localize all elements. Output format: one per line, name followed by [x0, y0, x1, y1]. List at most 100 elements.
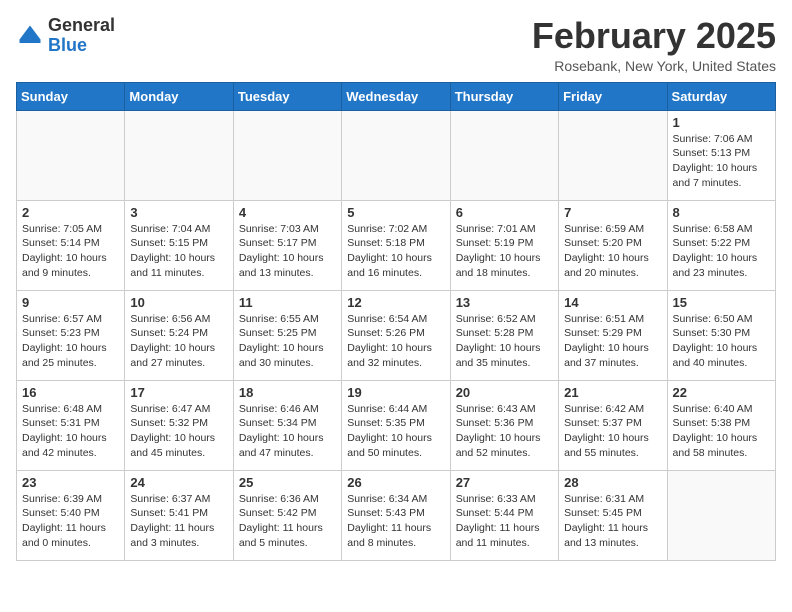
calendar-day-cell: 6 Sunrise: 7:01 AM Sunset: 5:19 PM Daylig…	[450, 200, 558, 290]
day-number: 9	[22, 295, 119, 310]
weekday-header: Wednesday	[342, 82, 450, 110]
calendar-week-row: 16 Sunrise: 6:48 AM Sunset: 5:31 PM Dayli…	[17, 380, 776, 470]
calendar-day-cell: 2 Sunrise: 7:05 AM Sunset: 5:14 PM Daylig…	[17, 200, 125, 290]
calendar-day-cell	[667, 470, 775, 560]
calendar-day-cell	[342, 110, 450, 200]
logo: General Blue	[16, 16, 115, 56]
day-number: 16	[22, 385, 119, 400]
calendar-week-row: 23 Sunrise: 6:39 AM Sunset: 5:40 PM Dayli…	[17, 470, 776, 560]
calendar-day-cell: 24 Sunrise: 6:37 AM Sunset: 5:41 PM Dayli…	[125, 470, 233, 560]
calendar-week-row: 1Sunrise: 7:06 AM Sunset: 5:13 PM Daylig…	[17, 110, 776, 200]
calendar-week-row: 2 Sunrise: 7:05 AM Sunset: 5:14 PM Daylig…	[17, 200, 776, 290]
calendar-day-cell: 20 Sunrise: 6:43 AM Sunset: 5:36 PM Dayli…	[450, 380, 558, 470]
calendar-day-cell: 12 Sunrise: 6:54 AM Sunset: 5:26 PM Dayli…	[342, 290, 450, 380]
day-number: 11	[239, 295, 336, 310]
day-number: 4	[239, 205, 336, 220]
calendar-table: SundayMondayTuesdayWednesdayThursdayFrid…	[16, 82, 776, 561]
weekday-header: Tuesday	[233, 82, 341, 110]
calendar-day-cell: 9 Sunrise: 6:57 AM Sunset: 5:23 PM Daylig…	[17, 290, 125, 380]
day-info: Sunrise: 7:03 AM Sunset: 5:17 PM Dayligh…	[239, 222, 336, 281]
day-number: 2	[22, 205, 119, 220]
day-number: 17	[130, 385, 227, 400]
day-info: Sunrise: 6:56 AM Sunset: 5:24 PM Dayligh…	[130, 312, 227, 371]
day-number: 26	[347, 475, 444, 490]
logo-icon	[16, 22, 44, 50]
day-number: 8	[673, 205, 770, 220]
day-number: 20	[456, 385, 553, 400]
day-info: Sunrise: 6:37 AM Sunset: 5:41 PM Dayligh…	[130, 492, 227, 551]
day-info: Sunrise: 6:48 AM Sunset: 5:31 PM Dayligh…	[22, 402, 119, 461]
day-number: 6	[456, 205, 553, 220]
calendar-day-cell: 8Sunrise: 6:58 AM Sunset: 5:22 PM Daylig…	[667, 200, 775, 290]
calendar-day-cell: 18 Sunrise: 6:46 AM Sunset: 5:34 PM Dayli…	[233, 380, 341, 470]
day-info: Sunrise: 7:04 AM Sunset: 5:15 PM Dayligh…	[130, 222, 227, 281]
calendar-day-cell: 26 Sunrise: 6:34 AM Sunset: 5:43 PM Dayli…	[342, 470, 450, 560]
day-info: Sunrise: 6:47 AM Sunset: 5:32 PM Dayligh…	[130, 402, 227, 461]
day-info: Sunrise: 6:31 AM Sunset: 5:45 PM Dayligh…	[564, 492, 661, 551]
calendar-day-cell: 23 Sunrise: 6:39 AM Sunset: 5:40 PM Dayli…	[17, 470, 125, 560]
weekday-header-row: SundayMondayTuesdayWednesdayThursdayFrid…	[17, 82, 776, 110]
day-number: 3	[130, 205, 227, 220]
day-info: Sunrise: 6:52 AM Sunset: 5:28 PM Dayligh…	[456, 312, 553, 371]
day-number: 1	[673, 115, 770, 130]
day-number: 10	[130, 295, 227, 310]
day-number: 15	[673, 295, 770, 310]
calendar-day-cell: 17 Sunrise: 6:47 AM Sunset: 5:32 PM Dayli…	[125, 380, 233, 470]
calendar-day-cell: 5Sunrise: 7:02 AM Sunset: 5:18 PM Daylig…	[342, 200, 450, 290]
day-info: Sunrise: 6:43 AM Sunset: 5:36 PM Dayligh…	[456, 402, 553, 461]
day-number: 12	[347, 295, 444, 310]
page-header: General Blue February 2025 Rosebank, New…	[16, 16, 776, 74]
calendar-day-cell: 14 Sunrise: 6:51 AM Sunset: 5:29 PM Dayli…	[559, 290, 667, 380]
day-info: Sunrise: 6:40 AM Sunset: 5:38 PM Dayligh…	[673, 402, 770, 461]
weekday-header: Saturday	[667, 82, 775, 110]
calendar-day-cell: 21 Sunrise: 6:42 AM Sunset: 5:37 PM Dayli…	[559, 380, 667, 470]
day-number: 24	[130, 475, 227, 490]
day-info: Sunrise: 6:34 AM Sunset: 5:43 PM Dayligh…	[347, 492, 444, 551]
day-info: Sunrise: 6:57 AM Sunset: 5:23 PM Dayligh…	[22, 312, 119, 371]
logo-text: General Blue	[48, 16, 115, 56]
logo-blue: Blue	[48, 35, 87, 55]
day-info: Sunrise: 6:36 AM Sunset: 5:42 PM Dayligh…	[239, 492, 336, 551]
day-info: Sunrise: 6:54 AM Sunset: 5:26 PM Dayligh…	[347, 312, 444, 371]
calendar-day-cell: 13 Sunrise: 6:52 AM Sunset: 5:28 PM Dayli…	[450, 290, 558, 380]
logo-general: General	[48, 15, 115, 35]
day-info: Sunrise: 6:46 AM Sunset: 5:34 PM Dayligh…	[239, 402, 336, 461]
calendar-day-cell	[450, 110, 558, 200]
day-number: 13	[456, 295, 553, 310]
day-number: 18	[239, 385, 336, 400]
calendar-day-cell	[125, 110, 233, 200]
calendar-day-cell: 27Sunrise: 6:33 AM Sunset: 5:44 PM Dayli…	[450, 470, 558, 560]
day-number: 23	[22, 475, 119, 490]
calendar-day-cell: 16 Sunrise: 6:48 AM Sunset: 5:31 PM Dayli…	[17, 380, 125, 470]
location: Rosebank, New York, United States	[532, 58, 776, 74]
month-title: February 2025	[532, 16, 776, 56]
calendar-day-cell: 25 Sunrise: 6:36 AM Sunset: 5:42 PM Dayli…	[233, 470, 341, 560]
calendar-day-cell: 1Sunrise: 7:06 AM Sunset: 5:13 PM Daylig…	[667, 110, 775, 200]
weekday-header: Sunday	[17, 82, 125, 110]
day-info: Sunrise: 6:42 AM Sunset: 5:37 PM Dayligh…	[564, 402, 661, 461]
day-number: 22	[673, 385, 770, 400]
day-info: Sunrise: 6:59 AM Sunset: 5:20 PM Dayligh…	[564, 222, 661, 281]
day-info: Sunrise: 6:51 AM Sunset: 5:29 PM Dayligh…	[564, 312, 661, 371]
weekday-header: Monday	[125, 82, 233, 110]
day-number: 14	[564, 295, 661, 310]
day-info: Sunrise: 7:01 AM Sunset: 5:19 PM Dayligh…	[456, 222, 553, 281]
calendar-day-cell: 3 Sunrise: 7:04 AM Sunset: 5:15 PM Daylig…	[125, 200, 233, 290]
calendar-day-cell: 28 Sunrise: 6:31 AM Sunset: 5:45 PM Dayli…	[559, 470, 667, 560]
day-number: 5	[347, 205, 444, 220]
weekday-header: Thursday	[450, 82, 558, 110]
day-number: 19	[347, 385, 444, 400]
calendar-day-cell: 11 Sunrise: 6:55 AM Sunset: 5:25 PM Dayli…	[233, 290, 341, 380]
day-info: Sunrise: 6:50 AM Sunset: 5:30 PM Dayligh…	[673, 312, 770, 371]
day-info: Sunrise: 6:39 AM Sunset: 5:40 PM Dayligh…	[22, 492, 119, 551]
calendar-day-cell: 22 Sunrise: 6:40 AM Sunset: 5:38 PM Dayli…	[667, 380, 775, 470]
day-info: Sunrise: 7:05 AM Sunset: 5:14 PM Dayligh…	[22, 222, 119, 281]
day-number: 25	[239, 475, 336, 490]
calendar-day-cell: 10 Sunrise: 6:56 AM Sunset: 5:24 PM Dayli…	[125, 290, 233, 380]
calendar-day-cell	[17, 110, 125, 200]
day-info: Sunrise: 6:55 AM Sunset: 5:25 PM Dayligh…	[239, 312, 336, 371]
day-number: 28	[564, 475, 661, 490]
day-number: 21	[564, 385, 661, 400]
calendar-day-cell: 19 Sunrise: 6:44 AM Sunset: 5:35 PM Dayli…	[342, 380, 450, 470]
day-info: Sunrise: 6:44 AM Sunset: 5:35 PM Dayligh…	[347, 402, 444, 461]
